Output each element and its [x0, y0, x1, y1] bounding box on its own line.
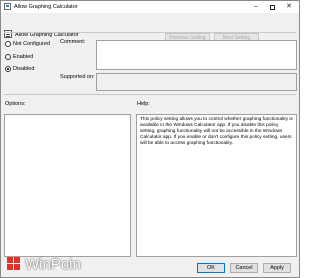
disabled-radio[interactable] [5, 66, 11, 72]
enabled-radio[interactable] [5, 54, 11, 60]
policy-app-icon [4, 3, 11, 10]
maximize-icon[interactable] [264, 1, 280, 13]
minimize-icon[interactable]: – [248, 1, 264, 13]
supported-on-field [96, 73, 297, 91]
policy-dialog-window: Allow Graphing Calculator – ✕ Allow Grap… [0, 0, 300, 278]
supported-on-label: Supported on: [60, 74, 95, 80]
ok-button[interactable]: OK [197, 263, 225, 273]
title-bar[interactable]: Allow Graphing Calculator – ✕ [1, 1, 299, 13]
winpoin-logo-icon [7, 257, 20, 270]
header-divider [4, 32, 296, 33]
policy-header: Allow Graphing Calculator Previous Setti… [1, 14, 299, 42]
disabled-label[interactable]: Disabled [13, 66, 34, 72]
options-panel[interactable] [4, 114, 131, 257]
close-icon[interactable]: ✕ [281, 1, 297, 13]
comment-label: Comment: [60, 39, 86, 45]
enabled-label[interactable]: Enabled [13, 54, 33, 60]
not-configured-label[interactable]: Not Configured [13, 41, 50, 47]
watermark-text: WinPoin [25, 256, 81, 273]
not-configured-radio[interactable] [5, 41, 11, 47]
help-panel[interactable]: This policy setting allows you to contro… [136, 114, 297, 257]
body-divider [4, 94, 296, 95]
window-title: Allow Graphing Calculator [14, 4, 78, 10]
help-label: Help: [137, 101, 150, 107]
options-label: Options: [5, 101, 26, 107]
apply-button[interactable]: Apply [263, 263, 291, 273]
cancel-button[interactable]: Cancel [230, 263, 258, 273]
comment-textarea[interactable] [96, 40, 297, 70]
